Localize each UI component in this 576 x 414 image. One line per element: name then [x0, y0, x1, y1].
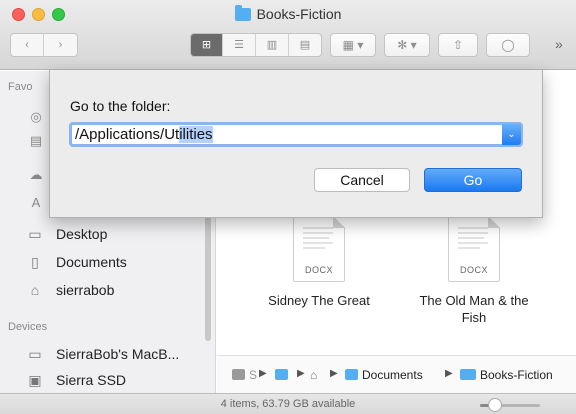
file-name: Sidney The Great [268, 293, 370, 308]
applications-icon[interactable]: A [28, 195, 44, 211]
file-name: The Old Man & the Fish [419, 293, 529, 325]
file-item[interactable]: DOCX Sidney The Great [264, 216, 374, 309]
sidebar-item-label: Documents [56, 254, 127, 270]
path-separator-icon: ▶ [259, 368, 267, 379]
list-view-button[interactable]: ☰ [223, 34, 256, 56]
laptop-icon: ▭ [28, 346, 42, 362]
favorites-header: Favo [8, 81, 33, 93]
path-separator-icon: ▶ [445, 368, 453, 379]
icloud-icon[interactable]: ☁ [28, 167, 44, 183]
path-crumb-disk[interactable]: S [232, 368, 257, 382]
path-crumb-home[interactable]: ⌂ [310, 368, 317, 382]
folder-icon [234, 5, 251, 21]
back-button[interactable]: ‹ [11, 34, 44, 56]
back-forward-control: ‹ › [10, 33, 78, 57]
action-button[interactable]: ✻ ▾ [384, 33, 430, 57]
title-bar: Books-Fiction ‹ › ⊞ ☰ ▥ ▤ ▦ ▾ ✻ ▾ ⇧ ◯ » [0, 0, 576, 70]
sidebar-item-documents[interactable]: ▯ Documents [0, 249, 214, 275]
view-mode-control: ⊞ ☰ ▥ ▤ [190, 33, 322, 57]
sidebar-scrollbar[interactable] [205, 211, 211, 341]
sidebar-item-home[interactable]: ⌂ sierrabob [0, 277, 214, 303]
cancel-button[interactable]: Cancel [314, 168, 410, 192]
path-separator-icon: ▶ [297, 368, 305, 379]
disk-icon: ▣ [28, 372, 42, 388]
home-icon: ⌂ [30, 282, 40, 298]
status-bar: 4 items, 63.79 GB available [0, 393, 576, 414]
selected-text: ilities [179, 126, 213, 143]
tags-button[interactable]: ◯ [486, 33, 530, 57]
arrange-button[interactable]: ▦ ▾ [330, 33, 376, 57]
path-bar: S ▶ ▶ ⌂ ▶ Documents ▶ Books-Fiction [217, 355, 576, 393]
cover-flow-button[interactable]: ▤ [289, 34, 321, 56]
devices-header: Devices [8, 321, 48, 333]
chevron-right-icon: › [58, 39, 63, 51]
path-crumb-users[interactable] [275, 368, 292, 382]
desktop-icon: ▭ [28, 226, 42, 242]
sidebar-item-label: Desktop [56, 226, 108, 242]
folder-icon [460, 369, 476, 380]
sidebar-item-label: sierrabob [56, 282, 115, 298]
share-icon: ⇧ [452, 38, 464, 52]
home-icon: ⌂ [310, 368, 318, 382]
chevron-left-icon: ‹ [25, 39, 29, 51]
forward-button[interactable]: › [44, 34, 77, 56]
path-separator-icon: ▶ [330, 368, 338, 379]
icon-view-button[interactable]: ⊞ [191, 34, 223, 56]
folder-path-value: /Applications/Utilities [75, 126, 213, 143]
icon-size-slider-knob[interactable] [488, 398, 502, 412]
path-crumb-documents[interactable]: Documents [345, 368, 423, 382]
go-button[interactable]: Go [424, 168, 522, 192]
disk-icon [232, 369, 245, 380]
file-item[interactable]: DOCX The Old Man & the Fish [419, 216, 529, 326]
tag-icon: ◯ [501, 38, 515, 52]
go-to-folder-dialog: Go to the folder: /Applications/Utilitie… [49, 70, 543, 218]
sidebar-item-label: Sierra SSD [56, 372, 127, 388]
finder-window: Books-Fiction ‹ › ⊞ ☰ ▥ ▤ ▦ ▾ ✻ ▾ ⇧ ◯ » … [0, 0, 576, 414]
path-history-dropdown-button[interactable]: ⌄ [502, 124, 521, 145]
path-crumb-books-fiction[interactable]: Books-Fiction [460, 368, 553, 382]
sidebar-item-desktop[interactable]: ▭ Desktop [0, 221, 214, 247]
file-extension: DOCX [304, 265, 333, 275]
gear-icon: ✻ ▾ [397, 38, 417, 52]
dialog-label: Go to the folder: [70, 98, 171, 114]
share-button[interactable]: ⇧ [438, 33, 478, 57]
document-icon: DOCX [448, 216, 500, 282]
icon-size-slider[interactable] [480, 398, 540, 412]
folder-path-input[interactable]: /Applications/Utilities ⌄ [69, 122, 523, 147]
document-icon: DOCX [293, 216, 345, 282]
sidebar-item-label: SierraBob's MacB... [56, 346, 180, 362]
toolbar-overflow-button[interactable]: » [555, 36, 563, 52]
file-extension: DOCX [459, 265, 488, 275]
window-title-text: Books-Fiction [256, 6, 342, 22]
folder-icon [275, 369, 288, 380]
drive-icon[interactable]: ▤ [28, 133, 44, 149]
airdrop-icon[interactable]: ◎ [28, 109, 44, 125]
documents-icon: ▯ [31, 254, 39, 270]
arrange-icon: ▦ ▾ [342, 38, 364, 52]
sidebar-item-macbook[interactable]: ▭ SierraBob's MacB... [0, 341, 214, 367]
sidebar-item-sierra-ssd[interactable]: ▣ Sierra SSD [0, 367, 214, 393]
window-title: Books-Fiction [0, 5, 576, 22]
column-view-button[interactable]: ▥ [256, 34, 289, 56]
folder-icon [345, 369, 358, 380]
chevron-down-icon: ⌄ [507, 129, 516, 140]
